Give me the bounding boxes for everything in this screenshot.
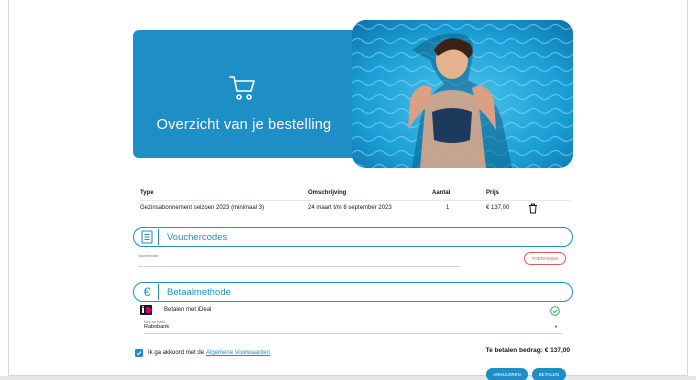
section-icon-divider (158, 284, 159, 300)
cell-type: Gezinsabonnement seizoen 2023 (minimaal … (140, 199, 308, 216)
payment-method-label: Betalen met iDeal (164, 307, 212, 313)
apply-voucher-button[interactable]: TOEPASSEN (524, 252, 566, 265)
order-table: Type Omschrijving Aantal Prijs Gezinsabo… (140, 186, 570, 216)
shopping-cart-icon (229, 76, 255, 100)
terms-link[interactable]: Algemene Voorwaarden (206, 350, 270, 356)
cell-description: 24 maart t/m 8 september 2023 (308, 199, 432, 216)
column-header-type: Type (140, 189, 154, 196)
total-amount: Te betalen bedrag: € 137,00 (485, 347, 570, 354)
euro-icon: € (143, 285, 151, 299)
payment-section-title: Betaalmethode (167, 286, 231, 298)
trash-icon[interactable] (528, 203, 538, 214)
voucher-section-header[interactable]: Vouchercodes (133, 227, 573, 247)
terms-agreement: Ik ga akkoord met de Algemene Voorwaarde… (135, 349, 270, 357)
column-header-price: Prijs (486, 189, 500, 196)
section-icon-divider (158, 229, 159, 245)
ideal-icon (140, 305, 152, 315)
hero-blue-panel: Overzicht van je bestelling (133, 30, 363, 158)
checkmark-icon (136, 351, 142, 356)
voucher-code-field[interactable]: Vouchercode (138, 253, 460, 267)
bank-selected-value: Rabobank (144, 324, 170, 330)
bank-select[interactable]: Kies uw bank Rabobank ▼ (144, 320, 562, 334)
page-title: Overzicht van je bestelling (156, 117, 332, 133)
payment-method-ideal[interactable]: Betalen met iDeal (140, 304, 566, 316)
cell-actions (526, 199, 570, 216)
swimmer-in-pool-photo (352, 20, 573, 168)
cancel-button[interactable]: ANNULEREN (486, 368, 528, 380)
voucher-section-title: Vouchercodes (167, 231, 228, 243)
column-header-description: Omschrijving (308, 189, 347, 196)
hero-banner: Overzicht van je bestelling (133, 20, 573, 168)
cell-price: € 137,00 (486, 199, 526, 216)
terms-text: Ik ga akkoord met de (148, 350, 205, 356)
pay-button[interactable]: BETALEN (532, 368, 566, 380)
column-header-actions (526, 186, 570, 200)
footer-edge (0, 376, 696, 380)
payment-section-header[interactable]: € Betaalmethode (133, 282, 573, 302)
voucher-field-label: Vouchercode (138, 254, 159, 258)
cell-quantity: 1 (432, 199, 486, 216)
voucher-list-icon (141, 230, 153, 244)
column-header-quantity: Aantal (432, 189, 451, 196)
table-header-row: Type Omschrijving Aantal Prijs (140, 186, 570, 200)
check-circle-icon (550, 306, 560, 316)
table-row: Gezinsabonnement seizoen 2023 (minimaal … (140, 199, 570, 216)
terms-checkbox[interactable] (135, 349, 143, 357)
chevron-down-icon: ▼ (554, 324, 558, 329)
